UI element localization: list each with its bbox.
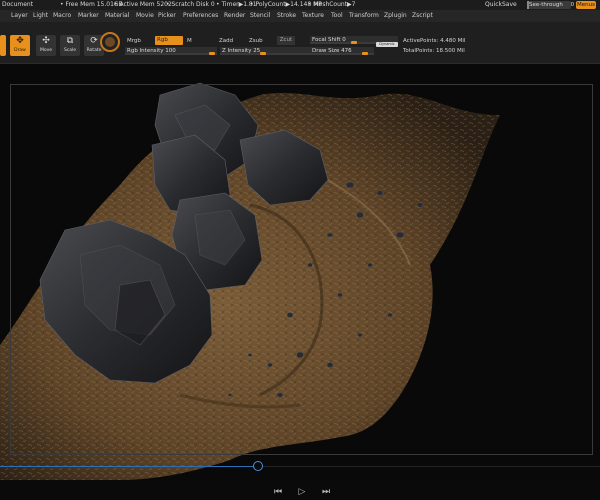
scale-button[interactable]: ⧉ Scale — [60, 35, 80, 56]
focal-shift-knob[interactable] — [351, 41, 357, 44]
timeline-track[interactable] — [258, 466, 600, 467]
document-label[interactable]: Document — [2, 0, 33, 10]
menu-stroke[interactable]: Stroke — [277, 10, 296, 22]
zcut-button[interactable]: Zcut — [277, 36, 295, 45]
menu-preferences[interactable]: Preferences — [183, 10, 218, 22]
move-icon: ✣ — [42, 36, 50, 46]
zbrush-window: Document • Free Mem 15.01GB • Active Mem… — [0, 0, 600, 500]
draw-icon: ✥ — [16, 36, 24, 46]
top-shelf: ✥ Draw ✣ Move ⧉ Scale ⟳ Rotate — [0, 22, 600, 64]
dynamic-toggle[interactable]: Dynamic — [376, 42, 398, 47]
scratch-disk-readout: • Scratch Disk 0 — [166, 1, 215, 8]
menu-transform[interactable]: Transform — [349, 10, 379, 22]
sculpt-canvas[interactable] — [0, 65, 600, 480]
menu-tool[interactable]: Tool — [331, 10, 343, 22]
menu-macro[interactable]: Macro — [53, 10, 71, 22]
see-through-value: 0 — [570, 2, 575, 8]
quicksave-button[interactable]: QuickSave — [485, 0, 517, 10]
draw-label: Draw — [14, 48, 26, 53]
timeline-scrubber-handle[interactable] — [253, 461, 263, 471]
previous-keyframe-icon[interactable]: ⏮ — [272, 486, 284, 498]
menu-zscript[interactable]: Zscript — [412, 10, 433, 22]
total-points-readout: TotalPoints: 18.500 Mil — [403, 48, 465, 54]
meshcount-readout: • MeshCount▶7 — [308, 1, 356, 8]
shelf-edge-tab[interactable] — [0, 35, 6, 56]
menu-layer[interactable]: Layer — [11, 10, 28, 22]
mrgb-button[interactable]: Mrgb — [127, 37, 141, 45]
menu-texture[interactable]: Texture — [302, 10, 324, 22]
scale-label: Scale — [63, 48, 77, 53]
play-icon[interactable]: ▷ — [296, 486, 308, 498]
menu-picker[interactable]: Picker — [158, 10, 176, 22]
move-button[interactable]: ✣ Move — [36, 35, 56, 56]
rgb-intensity-knob[interactable] — [209, 52, 215, 55]
rgb-button[interactable]: Rgb — [155, 36, 183, 45]
zadd-button[interactable]: Zadd — [219, 37, 233, 45]
draw-size-knob[interactable] — [362, 52, 368, 55]
menu-light[interactable]: Light — [33, 10, 48, 22]
menu-bar: Layer Light Macro Marker Material Movie … — [0, 10, 600, 22]
move-label: Move — [39, 48, 53, 53]
menu-movie[interactable]: Movie — [136, 10, 154, 22]
z-intensity-slider[interactable]: Z Intensity 25 — [220, 47, 312, 55]
draw-button[interactable]: ✥ Draw — [10, 35, 30, 56]
rgb-intensity-slider[interactable]: Rgb Intensity 100 — [125, 47, 217, 55]
draw-size-slider[interactable]: Draw Size 476 — [310, 47, 374, 55]
z-intensity-knob[interactable] — [260, 52, 266, 55]
zsub-button[interactable]: Zsub — [249, 37, 263, 45]
menu-marker[interactable]: Marker — [78, 10, 99, 22]
active-mem-readout: • Active Mem 5202 — [114, 1, 172, 8]
scale-icon: ⧉ — [66, 36, 74, 46]
menus-button[interactable]: Menus — [576, 1, 596, 9]
next-keyframe-icon[interactable]: ⏭ — [320, 486, 332, 498]
status-bar: Document • Free Mem 15.01GB • Active Mem… — [0, 0, 600, 10]
see-through-slider[interactable]: See-through 0 — [527, 1, 574, 9]
menu-stencil[interactable]: Stencil — [250, 10, 270, 22]
active-points-readout: ActivePoints: 4.480 Mil — [403, 38, 466, 44]
menu-zplugin[interactable]: Zplugin — [384, 10, 407, 22]
timeline-track-played[interactable] — [0, 466, 258, 467]
m-button[interactable]: M — [187, 37, 192, 45]
see-through-label: See-through — [529, 2, 563, 8]
material-sphere-icon[interactable] — [100, 32, 120, 52]
menu-material[interactable]: Material — [105, 10, 129, 22]
rotate-label: Rotate — [86, 48, 102, 53]
menu-render[interactable]: Render — [224, 10, 245, 22]
